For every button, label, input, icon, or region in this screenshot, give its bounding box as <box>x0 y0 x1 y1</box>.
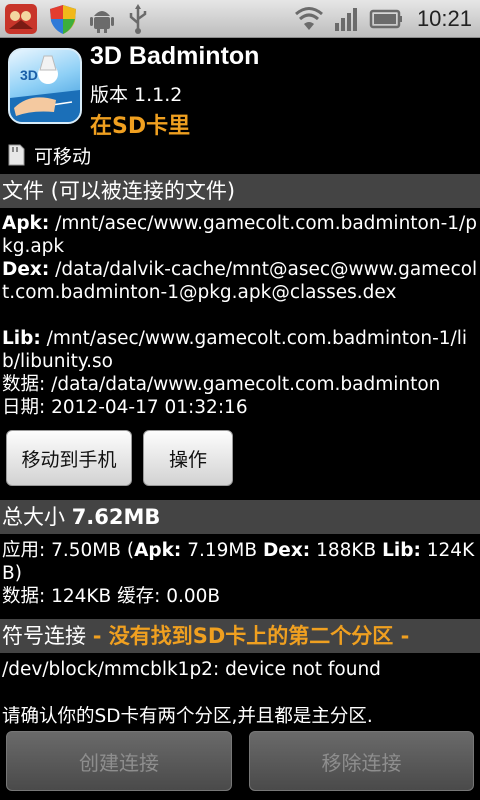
lib-path: Lib: /mnt/asec/www.gamecolt.com.badminto… <box>2 328 468 372</box>
sd-card-icon <box>8 144 25 166</box>
app-location: 在SD卡里 <box>90 114 191 139</box>
symlink-warning: - 没有找到SD卡上的第二个分区 - <box>92 624 410 648</box>
status-bar: 10:21 <box>0 0 480 38</box>
create-link-button[interactable]: 创建连接 <box>6 731 232 791</box>
install-date: 日期: 2012-04-17 01:32:16 <box>2 397 248 418</box>
apk-path: Apk: /mnt/asec/www.gamecolt.com.badminto… <box>2 213 478 257</box>
signal-icon <box>334 8 357 31</box>
shield-icon <box>50 5 76 34</box>
badminton-icon: 3D <box>10 55 80 122</box>
movable-label: 可移动 <box>34 145 92 168</box>
data-cache-size: 数据: 124KB 缓存: 0.00B <box>2 586 221 607</box>
app-notification-icon <box>5 4 37 34</box>
dex-path: Dex: /data/dalvik-cache/mnt@asec@www.gam… <box>2 259 478 303</box>
total-size-value: 7.62MB <box>71 505 161 529</box>
remove-link-button[interactable]: 移除连接 <box>249 731 474 791</box>
app-icon: 3D <box>8 48 82 124</box>
device-status: /dev/block/mmcblk1p2: device not found <box>2 659 381 680</box>
operations-button[interactable]: 操作 <box>143 430 233 486</box>
symlink-section-header: 符号连接 - 没有找到SD卡上的第二个分区 - <box>0 619 480 653</box>
usb-icon <box>129 4 147 34</box>
files-section-header: 文件 (可以被连接的文件) <box>0 174 480 208</box>
status-time: 10:21 <box>416 6 472 31</box>
movable-row: 可移动 <box>6 141 91 169</box>
partition-hint: 请确认你的SD卡有两个分区,并且都是主分区. <box>2 706 373 727</box>
app-name: 3D Badminton <box>90 42 260 70</box>
data-path: 数据: /data/data/www.gamecolt.com.badminto… <box>2 374 441 395</box>
move-to-phone-button[interactable]: 移动到手机 <box>6 430 132 486</box>
status-bar-right: 10:21 <box>294 3 472 35</box>
status-bar-left <box>4 3 150 35</box>
battery-icon <box>369 9 402 29</box>
app-size-breakdown: 应用: 7.50MB (Apk: 7.19MB Dex: 188KB Lib: … <box>2 540 475 584</box>
size-section-header: 总大小 7.62MB <box>0 500 480 534</box>
app-icon-label: 3D <box>20 67 38 83</box>
android-icon <box>90 11 114 33</box>
wifi-icon <box>294 7 323 30</box>
app-version: 版本 1.1.2 <box>90 84 183 106</box>
